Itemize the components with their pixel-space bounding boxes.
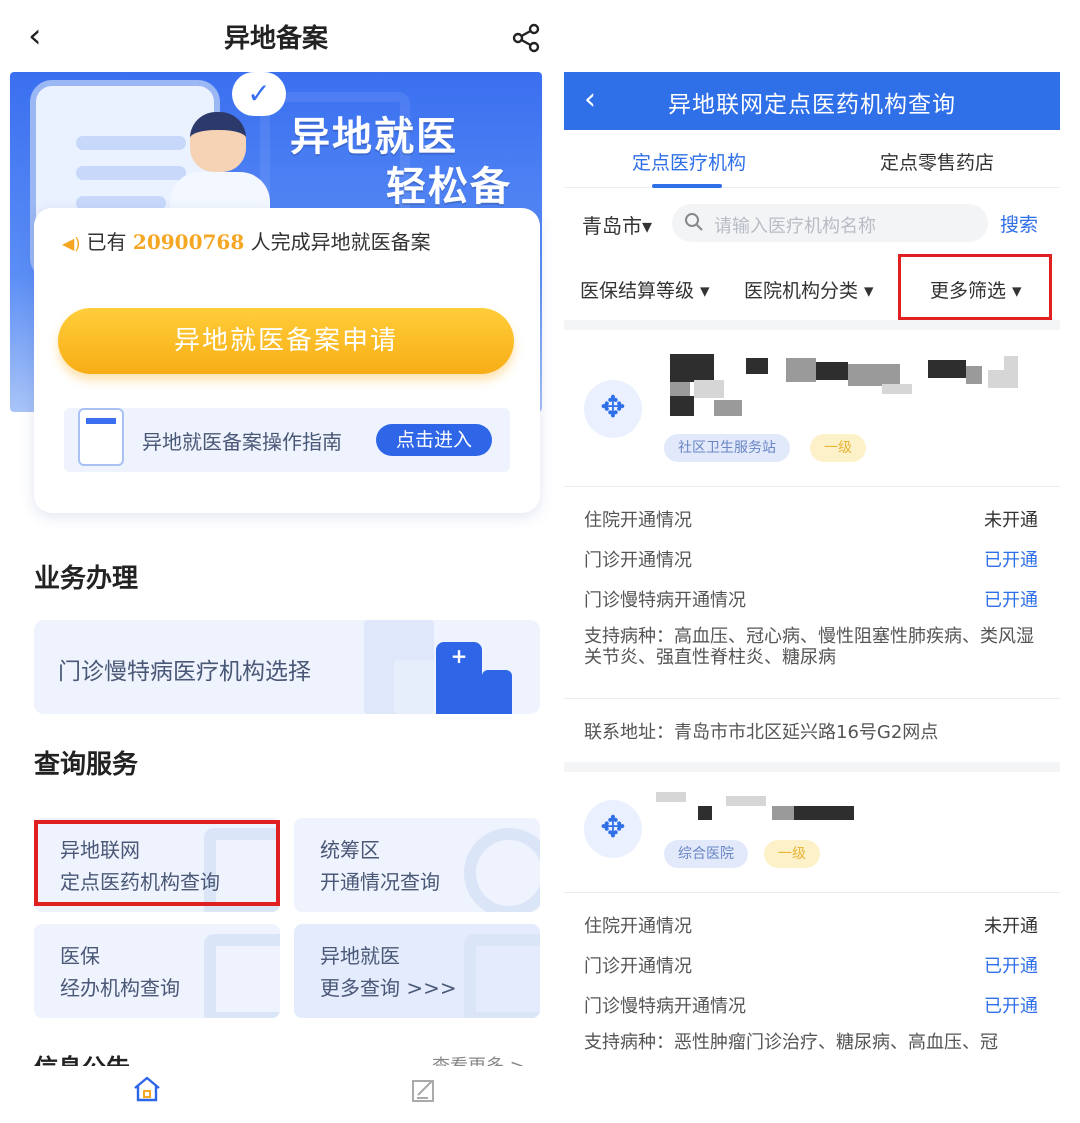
- tab-bar: [0, 1066, 552, 1123]
- section-gap: [564, 320, 1060, 330]
- outpatient-status: 已开通: [984, 550, 1038, 571]
- query-card-line1: 医保: [60, 944, 100, 968]
- count-prefix: 已有: [86, 230, 127, 254]
- institution-level-tag: 一级: [764, 840, 820, 868]
- query-card-line2: 更多查询 >>>: [320, 976, 457, 1000]
- guide-enter-button[interactable]: 点击进入: [376, 424, 492, 456]
- inpatient-label: 住院开通情况: [584, 916, 692, 937]
- left-screen: ‹ 异地备案 ✓ 异地就医 轻松备案 ◀)已有 20900768 人完成异地就医…: [0, 0, 552, 1123]
- divider: [564, 698, 1060, 699]
- institution-type-tag: 综合医院: [664, 840, 748, 868]
- layers-decoration-icon: [204, 934, 280, 1018]
- inpatient-status: 未开通: [984, 510, 1038, 531]
- search-input[interactable]: 请输入医疗机构名称: [672, 204, 988, 242]
- supported-diseases: 支持病种：高血压、冠心病、慢性阻塞性肺疾病、类风湿关节炎、强直性脊柱炎、糖尿病: [584, 626, 1034, 668]
- city-selector[interactable]: 青岛市▾: [582, 210, 652, 239]
- count-suffix: 人完成异地就医备案: [250, 230, 431, 254]
- divider: [564, 486, 1060, 487]
- completed-count: ◀) 已有 20900768 人完成异地就医备案: [62, 226, 431, 255]
- inpatient-status: 未开通: [984, 916, 1038, 937]
- home-icon[interactable]: [132, 1074, 162, 1104]
- login-decoration-icon: [464, 934, 540, 1018]
- building-icon: [482, 670, 512, 714]
- outpatient-label: 门诊开通情况: [584, 550, 692, 571]
- person-head-illustration: [190, 112, 246, 172]
- outpatient-status: 已开通: [984, 956, 1038, 977]
- search-icon: [685, 213, 703, 231]
- chronic-status: 已开通: [984, 590, 1038, 611]
- apply-button[interactable]: 异地就医备案申请: [58, 308, 514, 374]
- speaker-icon: ◀): [62, 234, 81, 253]
- chronic-status: 已开通: [984, 996, 1038, 1017]
- highlight-box: [34, 820, 280, 906]
- institution-logo-icon: [584, 800, 642, 858]
- query-card-region[interactable]: 统筹区 开通情况查询: [294, 818, 540, 912]
- count-number: 20900768: [132, 230, 245, 254]
- tab-medical-institutions[interactable]: 定点医疗机构: [632, 148, 746, 175]
- institution-type-tag: 社区卫生服务站: [664, 434, 790, 462]
- search-button[interactable]: 搜索: [1000, 210, 1038, 237]
- header-bar: ‹ 异地联网定点医药机构查询: [564, 72, 1060, 130]
- edit-icon[interactable]: [410, 1076, 438, 1104]
- top-bar: ‹ 异地备案: [0, 0, 552, 72]
- chronic-label: 门诊慢特病开通情况: [584, 590, 746, 611]
- tab-strip: 定点医疗机构 定点零售药店: [564, 130, 1060, 188]
- query-card-line2: 经办机构查询: [60, 976, 180, 1000]
- query-card-agency[interactable]: 医保 经办机构查询: [34, 924, 280, 1018]
- query-card-line2: 开通情况查询: [320, 870, 440, 894]
- highlight-box: [898, 254, 1052, 320]
- divider: [564, 892, 1060, 893]
- institution-level-tag: 一级: [810, 434, 866, 462]
- guide-label: 异地就医备案操作指南: [142, 430, 342, 454]
- institution-logo-icon: [584, 380, 642, 438]
- chronic-label: 门诊慢特病开通情况: [584, 996, 746, 1017]
- section-gap: [564, 762, 1060, 772]
- query-section-title: 查询服务: [34, 750, 139, 780]
- supported-diseases: 支持病种：恶性肿瘤门诊治疗、糖尿病、高血压、冠: [584, 1032, 998, 1053]
- search-placeholder: 请输入医疗机构名称: [714, 216, 876, 237]
- query-card-more[interactable]: 异地就医 更多查询 >>>: [294, 924, 540, 1018]
- apply-card: ◀) 已有 20900768 人完成异地就医备案 异地就医备案申请 异地就医备案操…: [34, 208, 540, 513]
- page-title: 异地备案: [223, 24, 328, 54]
- page-title: 异地联网定点医药机构查询: [668, 92, 956, 118]
- location-decoration-icon: [464, 828, 540, 912]
- notice-title: 信息公告: [34, 1048, 130, 1066]
- query-card-line1: 统筹区: [320, 838, 380, 862]
- filter-settlement-level[interactable]: 医保结算等级 ▾: [580, 276, 710, 303]
- contact-address: 联系地址：青岛市市北区延兴路16号G2网点: [584, 722, 939, 743]
- document-icon: [78, 408, 124, 466]
- notice-more-link[interactable]: 查看更多 >: [432, 1052, 525, 1066]
- guide-banner[interactable]: 异地就医备案操作指南 点击进入: [64, 408, 510, 472]
- right-screen: ‹ 异地联网定点医药机构查询 定点医疗机构 定点零售药店 青岛市▾ 请输入医疗机…: [564, 0, 1060, 1123]
- chronic-disease-label: 门诊慢特病医疗机构选择: [58, 659, 311, 685]
- outpatient-label: 门诊开通情况: [584, 956, 692, 977]
- business-section-title: 业务办理: [34, 564, 139, 594]
- active-tab-indicator: [652, 184, 722, 188]
- hospital-building-icon: [436, 642, 482, 714]
- chronic-disease-institution-card[interactable]: 门诊慢特病医疗机构选择: [34, 620, 540, 714]
- tab-retail-pharmacies[interactable]: 定点零售药店: [880, 148, 994, 175]
- inpatient-label: 住院开通情况: [584, 510, 692, 531]
- share-icon[interactable]: [510, 22, 542, 54]
- filter-institution-category[interactable]: 医院机构分类 ▾: [744, 276, 874, 303]
- query-card-line1: 异地就医: [320, 944, 400, 968]
